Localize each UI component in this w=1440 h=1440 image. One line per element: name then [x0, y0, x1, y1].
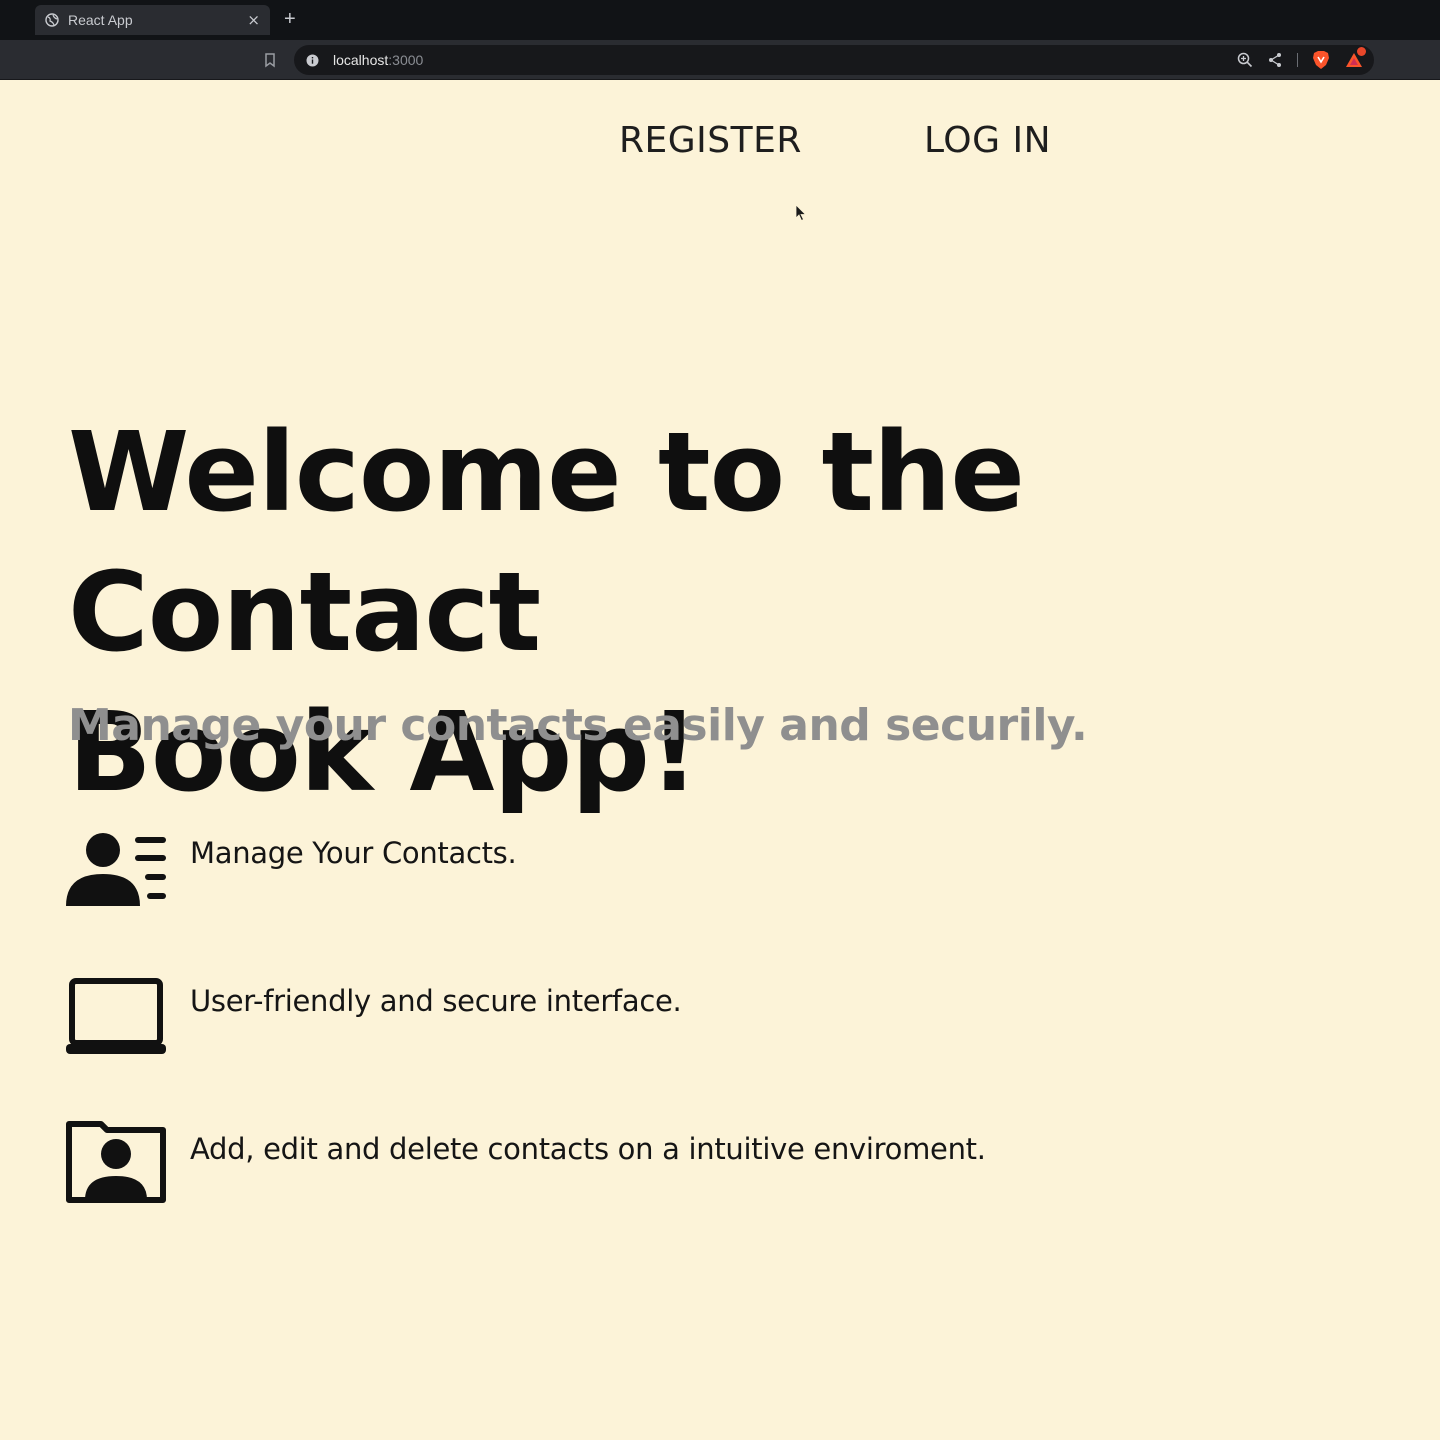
feature-item: User-friendly and secure interface.	[65, 978, 1365, 1068]
contact-card-icon	[66, 1121, 166, 1203]
notification-badge	[1357, 47, 1366, 56]
tab-title: React App	[68, 12, 133, 28]
url-port: :3000	[388, 52, 424, 68]
feature-item: Manage Your Contacts.	[65, 830, 1365, 920]
brave-rewards-button[interactable]	[1344, 47, 1366, 70]
browser-tab[interactable]: React App ×	[35, 5, 270, 35]
top-nav: REGISTER LOG IN	[0, 120, 1440, 172]
brave-shields-icon[interactable]	[1312, 50, 1330, 70]
feature-item: Add, edit and delete contacts on a intui…	[65, 1120, 1365, 1210]
page-subtitle: Manage your contacts easily and securily…	[68, 700, 1088, 751]
browser-tab-bar: React App × +	[0, 0, 1440, 40]
feature-text: Add, edit and delete contacts on a intui…	[190, 1132, 986, 1166]
mouse-cursor-icon	[795, 204, 807, 222]
bookmark-icon[interactable]	[262, 52, 278, 68]
globe-icon	[45, 13, 59, 27]
address-bar-actions	[1237, 47, 1366, 70]
toolbar-separator	[1297, 53, 1298, 67]
contacts-list-icon	[66, 833, 166, 906]
close-tab-icon[interactable]: ×	[247, 12, 260, 28]
register-link[interactable]: REGISTER	[619, 120, 802, 161]
share-icon[interactable]	[1267, 52, 1283, 68]
address-bar[interactable]: localhost:3000	[294, 45, 1374, 75]
new-tab-button[interactable]: +	[284, 7, 296, 31]
site-info-icon[interactable]	[306, 54, 319, 67]
laptop-icon	[66, 978, 166, 1054]
url-host: localhost	[333, 52, 389, 68]
browser-toolbar: localhost:3000	[0, 40, 1440, 80]
feature-text: User-friendly and secure interface.	[190, 984, 682, 1018]
page-title: Welcome to the Contact Book App!	[68, 408, 1025, 816]
zoom-icon[interactable]	[1237, 52, 1253, 68]
feature-text: Manage Your Contacts.	[190, 836, 517, 870]
login-link[interactable]: LOG IN	[924, 120, 1051, 161]
